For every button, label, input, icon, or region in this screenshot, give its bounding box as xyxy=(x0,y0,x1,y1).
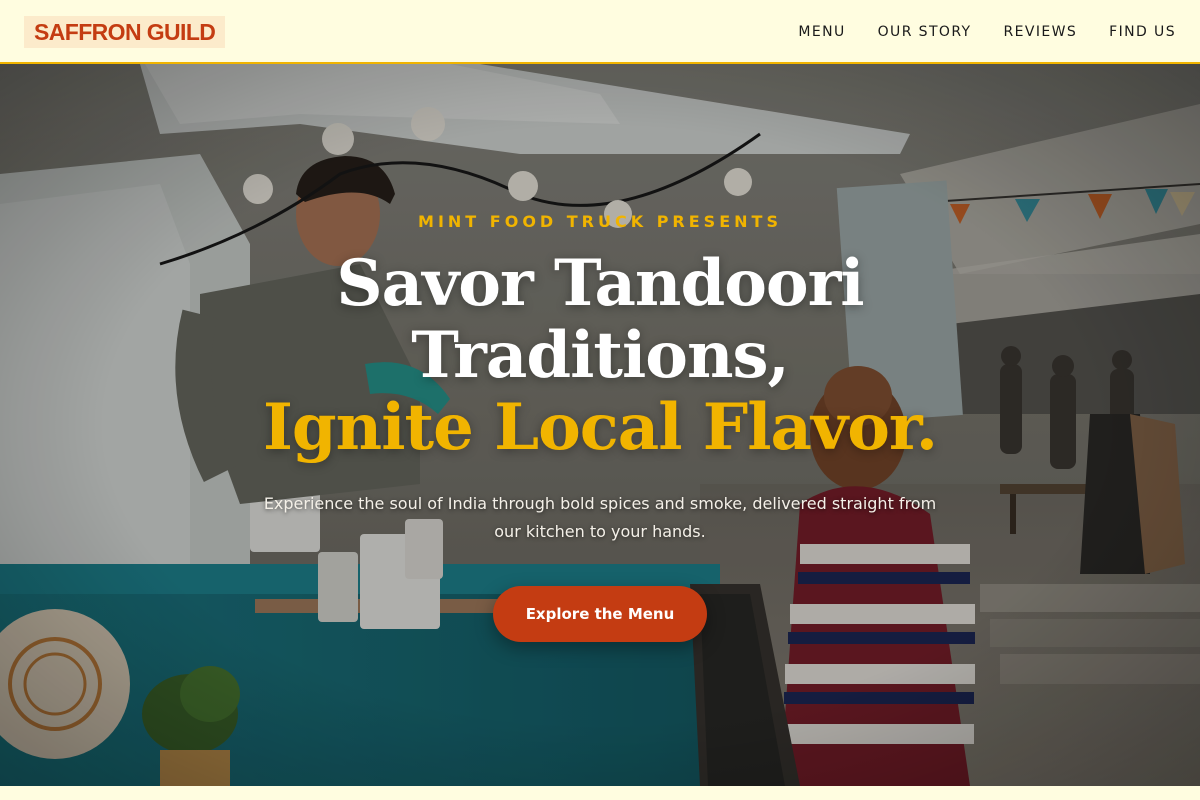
nav-link-our-story[interactable]: OUR STORY xyxy=(878,22,972,42)
main-nav: MENU OUR STORY REVIEWS FIND US xyxy=(798,22,1176,42)
headline-line-2: Ignite Local Flavor. xyxy=(262,390,938,465)
hero-headline: Savor Tandoori Traditions, Ignite Local … xyxy=(200,248,1000,464)
explore-menu-button[interactable]: Explore the Menu xyxy=(493,586,707,642)
hero-subtext: Experience the soul of India through bol… xyxy=(263,494,937,541)
headline-line-1: Savor Tandoori Traditions, xyxy=(336,246,864,393)
hero-section: MINT FOOD TRUCK PRESENTS Savor Tandoori … xyxy=(0,64,1200,786)
nav-link-reviews[interactable]: REVIEWS xyxy=(1004,22,1078,42)
hero-content: MINT FOOD TRUCK PRESENTS Savor Tandoori … xyxy=(200,210,1000,642)
nav-link-menu[interactable]: MENU xyxy=(798,22,845,42)
brand-logo[interactable]: SAFFRON GUILD xyxy=(24,16,226,48)
bottom-strip xyxy=(0,786,1200,800)
nav-link-find-us[interactable]: FIND US xyxy=(1109,22,1176,42)
hero-eyebrow: MINT FOOD TRUCK PRESENTS xyxy=(418,212,782,231)
navbar: SAFFRON GUILD MENU OUR STORY REVIEWS FIN… xyxy=(0,0,1200,64)
